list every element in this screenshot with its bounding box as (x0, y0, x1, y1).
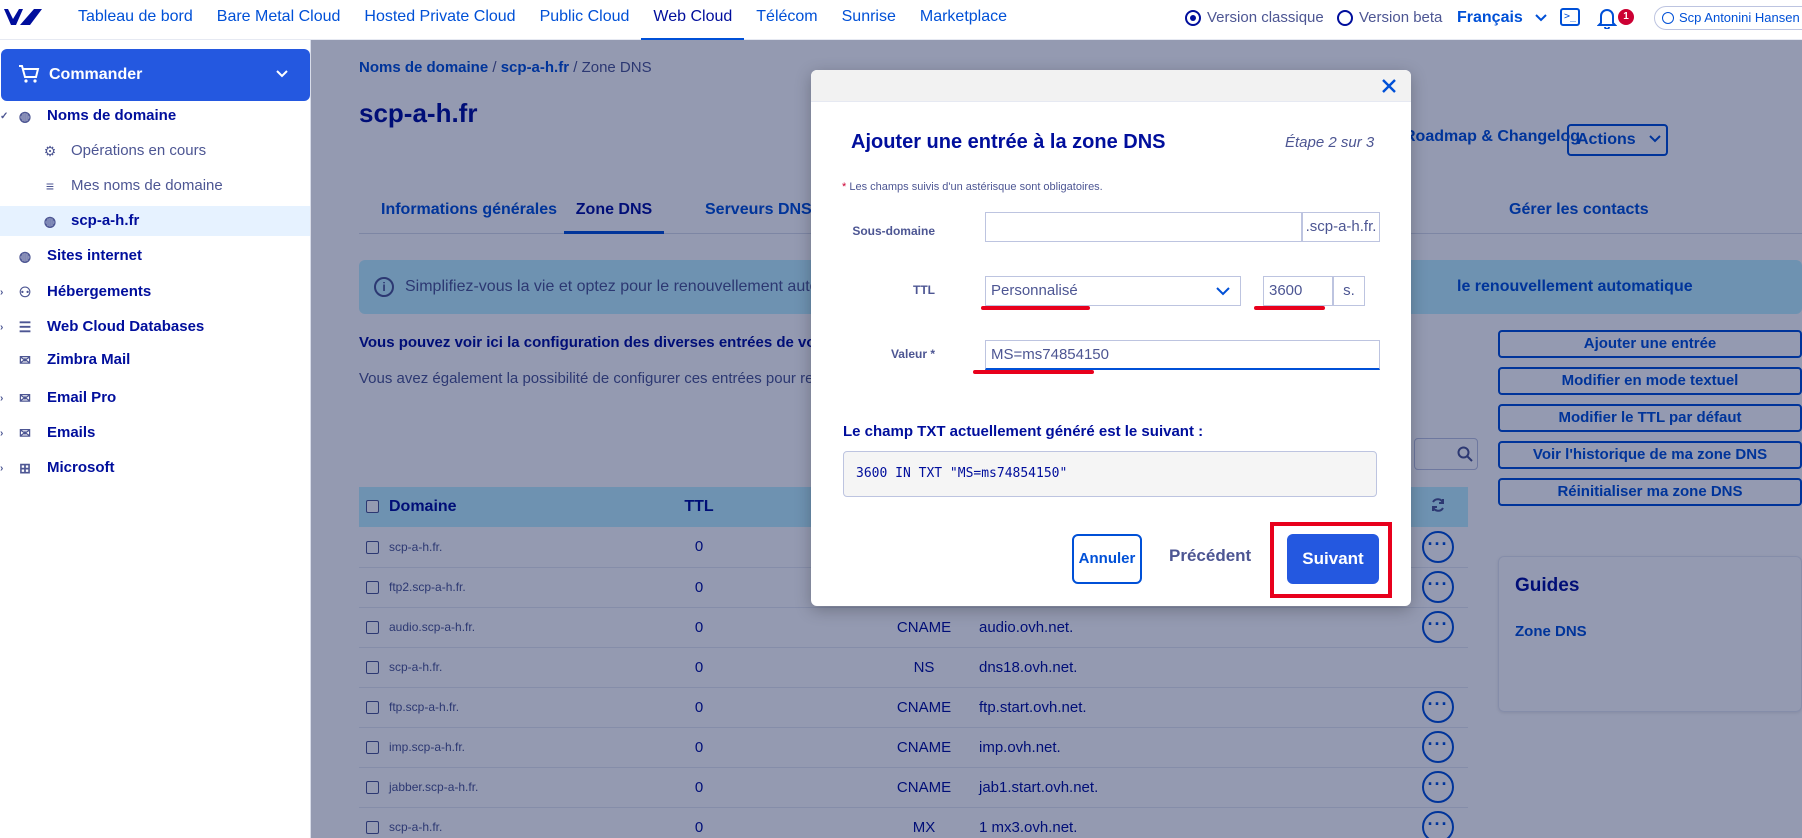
radio-checked-icon (1185, 9, 1201, 26)
nav-item-bare-metal[interactable]: Bare Metal Cloud (205, 0, 353, 40)
mail-icon: ✉ (19, 352, 31, 368)
version-classic-radio[interactable]: Version classique (1185, 9, 1324, 26)
sidebar-item-domains[interactable]: ✓ ◍ Noms de domaine (0, 101, 310, 131)
bell-icon[interactable] (1597, 7, 1617, 29)
users-icon: ⚇ (18, 284, 32, 300)
mail-icon: ✉ (19, 390, 31, 406)
version-beta-radio[interactable]: Version beta (1337, 9, 1442, 26)
nav-item-hosted-private-cloud[interactable]: Hosted Private Cloud (352, 0, 527, 40)
value-label: Valeur * (890, 347, 935, 361)
globe-icon: ◍ (18, 108, 32, 124)
sidebar-item-label: Email Pro (47, 389, 117, 406)
chevron-down-icon (1535, 14, 1547, 22)
sidebar-item-operations[interactable]: ⚙ Opérations en cours (0, 136, 310, 166)
caret-right-icon: › (0, 463, 4, 474)
list-icon: ≡ (45, 178, 55, 194)
nav-item-marketplace[interactable]: Marketplace (908, 0, 1019, 40)
sidebar-item-microsoft[interactable]: › ⊞ Microsoft (0, 453, 310, 483)
ttl-select-value: Personnalisé (991, 282, 1078, 299)
user-icon (1662, 12, 1674, 24)
caret-right-icon: › (0, 287, 4, 298)
sidebar-item-label: Zimbra Mail (47, 351, 131, 368)
version-beta-label: Version beta (1359, 9, 1443, 26)
caret-right-icon: › (0, 393, 4, 404)
sidebar-item-label: Sites internet (47, 247, 143, 264)
ovh-logo-icon[interactable] (2, 5, 44, 31)
sidebar-item-scp-a-h[interactable]: ◍ scp-a-h.fr (0, 206, 310, 236)
chevron-down-icon (276, 70, 288, 78)
caret-right-icon: › (0, 428, 4, 439)
ttl-unit: s. (1333, 276, 1365, 306)
top-navigation: Tableau de bord Bare Metal Cloud Hosted … (0, 0, 1802, 40)
database-icon: ☰ (18, 319, 32, 335)
mail-icon: ✉ (19, 425, 31, 441)
version-classic-label: Version classique (1207, 9, 1324, 26)
step-indicator: Étape 2 sur 3 (1285, 134, 1375, 151)
ttl-label: TTL (913, 283, 935, 297)
subdomain-suffix: .scp-a-h.fr. (1302, 212, 1380, 242)
sidebar-item-zimbra[interactable]: ✉ Zimbra Mail (0, 345, 310, 375)
modal-title: Ajouter une entrée à la zone DNS (851, 131, 1166, 153)
txt-preview: 3600 IN TXT "MS=ms74854150" (843, 451, 1377, 497)
caret-down-icon: ✓ (0, 111, 9, 122)
nav-item-telecom[interactable]: Télécom (744, 0, 829, 40)
required-note: * Les champs suivis d'un astérisque sont… (842, 181, 1103, 193)
sidebar-item-label: Microsoft (47, 459, 115, 476)
sidebar-item-emails[interactable]: › ✉ Emails (0, 418, 310, 448)
highlight-underline (973, 370, 1094, 374)
radio-unchecked-icon (1337, 9, 1353, 26)
subdomain-input[interactable] (985, 212, 1302, 242)
ttl-value-input[interactable]: 3600 (1263, 276, 1333, 306)
sidebar-item-label: Web Cloud Databases (47, 318, 205, 335)
nav-item-dashboard[interactable]: Tableau de bord (66, 0, 205, 40)
txt-preview-title: Le champ TXT actuellement généré est le … (843, 423, 1204, 440)
required-note-text: Les champs suivis d'un astérisque sont o… (846, 181, 1103, 193)
caret-right-icon: › (0, 322, 4, 333)
user-menu[interactable]: Scp Antonini Hansen (1654, 6, 1802, 30)
language-label: Français (1457, 9, 1523, 26)
highlight-box (1270, 522, 1392, 598)
sidebar-item-label: Hébergements (47, 283, 152, 300)
sidebar-item-label: Mes noms de domaine (71, 177, 223, 194)
globe-icon: ◍ (18, 248, 32, 264)
sidebar-item-label: scp-a-h.fr (71, 212, 140, 229)
sidebar: Commander ✓ ◍ Noms de domaine ⚙ Opératio… (0, 40, 311, 838)
order-button[interactable]: Commander (1, 49, 310, 101)
highlight-underline (981, 306, 1090, 310)
top-nav-items: Tableau de bord Bare Metal Cloud Hosted … (66, 0, 1019, 40)
value-input[interactable]: MS=ms74854150 (985, 340, 1380, 370)
nav-item-sunrise[interactable]: Sunrise (830, 0, 908, 40)
modal-header (811, 70, 1411, 102)
language-selector[interactable]: Français (1457, 9, 1547, 27)
cart-icon (19, 65, 40, 83)
previous-button[interactable]: Précédent (1169, 546, 1251, 566)
cancel-button[interactable]: Annuler (1072, 534, 1142, 584)
ttl-select[interactable]: Personnalisé (985, 276, 1241, 306)
highlight-underline (1254, 306, 1325, 310)
user-name: Scp Antonini Hansen (1679, 10, 1800, 25)
chevron-down-icon (1216, 287, 1230, 296)
sidebar-item-label: Noms de domaine (47, 107, 177, 124)
notification-badge: 1 (1618, 9, 1634, 25)
terminal-icon[interactable]: >_ (1560, 8, 1580, 26)
nav-item-web-cloud[interactable]: Web Cloud (641, 0, 745, 40)
sidebar-item-email-pro[interactable]: › ✉ Email Pro (0, 383, 310, 413)
globe-icon: ◍ (43, 213, 57, 229)
sidebar-item-label: Emails (47, 424, 96, 441)
order-label: Commander (49, 66, 143, 83)
sidebar-item-my-domains[interactable]: ≡ Mes noms de domaine (0, 171, 310, 201)
sidebar-item-label: Opérations en cours (71, 142, 207, 159)
sidebar-item-databases[interactable]: › ☰ Web Cloud Databases (0, 312, 310, 342)
close-icon[interactable] (1379, 76, 1399, 96)
windows-icon: ⊞ (19, 460, 31, 476)
sidebar-item-websites[interactable]: ◍ Sites internet (0, 241, 310, 271)
sidebar-item-hosting[interactable]: › ⚇ Hébergements (0, 277, 310, 307)
nav-item-public-cloud[interactable]: Public Cloud (528, 0, 642, 40)
gear-icon: ⚙ (43, 143, 57, 159)
subdomain-label: Sous-domaine (852, 224, 935, 238)
